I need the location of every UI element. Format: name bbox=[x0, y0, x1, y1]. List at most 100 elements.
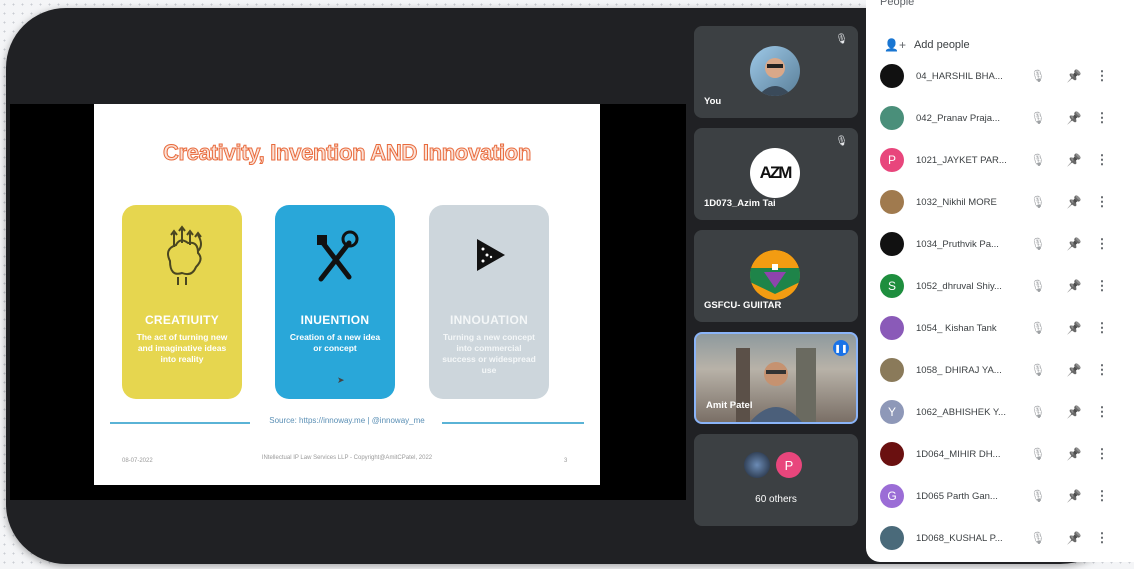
avatar bbox=[744, 452, 770, 478]
participant-name: 1052_dhruval Shiy... bbox=[916, 280, 1002, 292]
pin-icon[interactable]: 📌 bbox=[1056, 489, 1092, 503]
more-options-icon[interactable]: ⋮ bbox=[1092, 110, 1112, 126]
participant-row[interactable]: G 1D065 Parth Gan... 🎙 📌 ⋮ bbox=[880, 480, 1120, 512]
pin-icon[interactable]: 📌 bbox=[1056, 279, 1092, 293]
participant-row[interactable]: Y 1062_ABHISHEK Y... 🎙 📌 ⋮ bbox=[880, 396, 1120, 428]
tile-you[interactable]: 🎙 You bbox=[694, 26, 858, 118]
mic-off-icon[interactable]: 🎙 bbox=[1020, 237, 1056, 251]
creativity-desc: The act of turning new and imaginative i… bbox=[136, 332, 228, 364]
mic-off-icon[interactable]: 🎙 bbox=[1020, 111, 1056, 125]
participant-row[interactable]: 1032_Nikhil MORE 🎙 📌 ⋮ bbox=[880, 186, 1120, 218]
pin-icon[interactable]: 📌 bbox=[1056, 69, 1092, 83]
pin-icon[interactable]: 📌 bbox=[1056, 363, 1092, 377]
mic-off-icon[interactable]: 🎙 bbox=[1020, 405, 1056, 419]
others-count: 60 others bbox=[755, 494, 797, 505]
avatar bbox=[880, 106, 904, 130]
more-options-icon[interactable]: ⋮ bbox=[1092, 152, 1112, 168]
slide-source: Source: https://innoway.me | @innoway_me bbox=[269, 416, 425, 425]
pin-icon[interactable]: 📌 bbox=[1056, 195, 1092, 209]
pin-icon[interactable]: 📌 bbox=[1056, 111, 1092, 125]
mic-off-icon[interactable]: 🎙 bbox=[1020, 447, 1056, 461]
innovation-card: INNOUATION Turning a new concept into co… bbox=[429, 205, 549, 399]
more-options-icon[interactable]: ⋮ bbox=[1092, 236, 1112, 252]
mic-off-icon[interactable]: 🎙 bbox=[1020, 489, 1056, 503]
more-options-icon[interactable]: ⋮ bbox=[1092, 488, 1112, 504]
avatar bbox=[880, 358, 904, 382]
tile-name: 1D073_Azim Tai bbox=[704, 198, 776, 209]
avatar bbox=[880, 316, 904, 340]
pin-icon[interactable]: 📌 bbox=[1056, 237, 1092, 251]
participant-name: 1D068_KUSHAL P... bbox=[916, 532, 1003, 544]
mic-off-icon[interactable]: 🎙 bbox=[1020, 69, 1056, 83]
innovation-heading: INNOUATION bbox=[449, 313, 529, 327]
pin-icon[interactable]: 📌 bbox=[1056, 447, 1092, 461]
tile-name: GSFCU- GUIITAR bbox=[704, 300, 782, 311]
avatar bbox=[750, 250, 800, 300]
slide-copyright: INtellectual IP Law Services LLP - Copyr… bbox=[261, 455, 433, 461]
participant-name: 1D065 Parth Gan... bbox=[916, 490, 998, 502]
mic-off-icon[interactable]: 🎙 bbox=[1020, 279, 1056, 293]
pin-icon[interactable]: 📌 bbox=[1056, 405, 1092, 419]
panel-header: People bbox=[880, 0, 915, 8]
tile-others[interactable]: P 60 others bbox=[694, 434, 858, 526]
participant-row[interactable]: P 1021_JAYKET PAR... 🎙 📌 ⋮ bbox=[880, 144, 1120, 176]
avatar: Y bbox=[880, 400, 904, 424]
avatar bbox=[880, 526, 904, 550]
participant-row[interactable]: 1D064_MIHIR DH... 🎙 📌 ⋮ bbox=[880, 438, 1120, 470]
shared-slide: Creativity, Invention AND Innovation CRE… bbox=[94, 104, 600, 485]
participant-row[interactable]: 1034_Pruthvik Pa... 🎙 📌 ⋮ bbox=[880, 228, 1120, 260]
mic-off-icon[interactable]: 🎙 bbox=[1020, 153, 1056, 167]
avatar bbox=[880, 64, 904, 88]
megaphone-icon bbox=[429, 221, 549, 291]
more-options-icon[interactable]: ⋮ bbox=[1092, 404, 1112, 420]
participant-name: 1058_ DHIRAJ YA... bbox=[916, 364, 1002, 376]
avatar: AZM bbox=[750, 148, 800, 198]
mic-off-icon[interactable]: 🎙 bbox=[1020, 363, 1056, 377]
more-options-icon[interactable]: ⋮ bbox=[1092, 362, 1112, 378]
participant-row[interactable]: 042_Pranav Praja... 🎙 📌 ⋮ bbox=[880, 102, 1120, 134]
participant-row[interactable]: S 1052_dhruval Shiy... 🎙 📌 ⋮ bbox=[880, 270, 1120, 302]
participant-row[interactable]: 1D068_KUSHAL P... 🎙 📌 ⋮ bbox=[880, 522, 1120, 554]
invention-heading: INUENTION bbox=[300, 313, 370, 327]
participant-name: 1054_ Kishan Tank bbox=[916, 322, 997, 334]
more-options-icon[interactable]: ⋮ bbox=[1092, 278, 1112, 294]
add-people-label: Add people bbox=[913, 39, 970, 51]
avatar bbox=[750, 46, 800, 96]
more-options-icon[interactable]: ⋮ bbox=[1092, 194, 1112, 210]
tile-amit-patel[interactable]: ❚❚ Amit Patel bbox=[694, 332, 858, 424]
tile-azim-tai[interactable]: 🎙 AZM 1D073_Azim Tai bbox=[694, 128, 858, 220]
invention-desc: Creation of a new idea or concept bbox=[289, 332, 381, 353]
mic-off-icon[interactable]: 🎙 bbox=[1020, 195, 1056, 209]
more-options-icon[interactable]: ⋮ bbox=[1092, 530, 1112, 546]
tile-gsfcu-guitar[interactable]: GSFCU- GUIITAR bbox=[694, 230, 858, 322]
participant-name: 04_HARSHIL BHA... bbox=[916, 70, 1003, 82]
tile-name: Amit Patel bbox=[706, 400, 753, 411]
pin-icon[interactable]: 📌 bbox=[1056, 531, 1092, 545]
participant-name: 1034_Pruthvik Pa... bbox=[916, 238, 999, 250]
people-panel: People 👤+ Add people 04_HARSHIL BHA... 🎙 📌… bbox=[866, 0, 1134, 562]
participant-row[interactable]: 1054_ Kishan Tank 🎙 📌 ⋮ bbox=[880, 312, 1120, 344]
creativity-heading: CREATIUITY bbox=[144, 313, 220, 327]
mouse-cursor-icon: ➤ bbox=[337, 375, 345, 385]
add-people-button[interactable]: 👤+ Add people bbox=[884, 38, 970, 52]
avatar: G bbox=[880, 484, 904, 508]
avatar: P bbox=[776, 452, 802, 478]
participant-name: 1D064_MIHIR DH... bbox=[916, 448, 1001, 460]
pin-icon[interactable]: 📌 bbox=[1056, 321, 1092, 335]
more-options-icon[interactable]: ⋮ bbox=[1092, 320, 1112, 336]
participant-row[interactable]: 1058_ DHIRAJ YA... 🎙 📌 ⋮ bbox=[880, 354, 1120, 386]
invention-card: INUENTION Creation of a new idea or conc… bbox=[275, 205, 395, 399]
avatar bbox=[880, 190, 904, 214]
mic-off-icon: 🎙 bbox=[835, 136, 848, 147]
slide-page-number: 3 bbox=[564, 458, 568, 464]
mic-off-icon[interactable]: 🎙 bbox=[1020, 531, 1056, 545]
participant-name: 042_Pranav Praja... bbox=[916, 112, 1000, 124]
mic-off-icon[interactable]: 🎙 bbox=[1020, 321, 1056, 335]
participant-row[interactable]: 04_HARSHIL BHA... 🎙 📌 ⋮ bbox=[880, 60, 1120, 92]
participant-name: 1062_ABHISHEK Y... bbox=[916, 406, 1006, 418]
pin-icon[interactable]: 📌 bbox=[1056, 153, 1092, 167]
more-options-icon[interactable]: ⋮ bbox=[1092, 68, 1112, 84]
mic-off-icon: 🎙 bbox=[835, 34, 848, 45]
more-options-icon[interactable]: ⋮ bbox=[1092, 446, 1112, 462]
avatar bbox=[880, 232, 904, 256]
